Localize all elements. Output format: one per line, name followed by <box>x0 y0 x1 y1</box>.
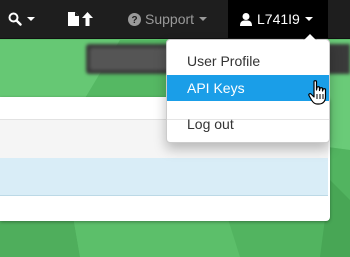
menu-item-user-profile[interactable]: User Profile <box>167 48 329 74</box>
hand-cursor-icon <box>308 80 327 105</box>
table-row[interactable] <box>0 158 328 196</box>
chevron-down-icon <box>199 17 208 21</box>
chevron-down-icon <box>27 17 35 21</box>
username-label: L741I9 <box>257 11 300 27</box>
arrow-up-icon <box>82 12 93 26</box>
user-icon <box>240 12 252 26</box>
chevron-down-icon <box>304 17 313 21</box>
question-circle-icon: ? <box>128 12 141 26</box>
svg-text:?: ? <box>131 15 137 26</box>
user-dropdown-menu: User Profile API Keys Log out <box>166 33 330 143</box>
search-icon <box>8 12 22 26</box>
support-label: Support <box>145 11 195 27</box>
search-menu[interactable] <box>8 0 35 38</box>
support-menu[interactable]: ? Support <box>128 0 208 38</box>
toolbar-button[interactable] <box>90 48 176 70</box>
upload-file-button[interactable] <box>68 0 93 38</box>
menu-item-api-keys[interactable]: API Keys <box>167 75 329 101</box>
menu-item-log-out[interactable]: Log out <box>167 111 329 137</box>
file-icon <box>68 12 79 26</box>
top-navbar: ? Support L741I9 <box>0 0 350 39</box>
